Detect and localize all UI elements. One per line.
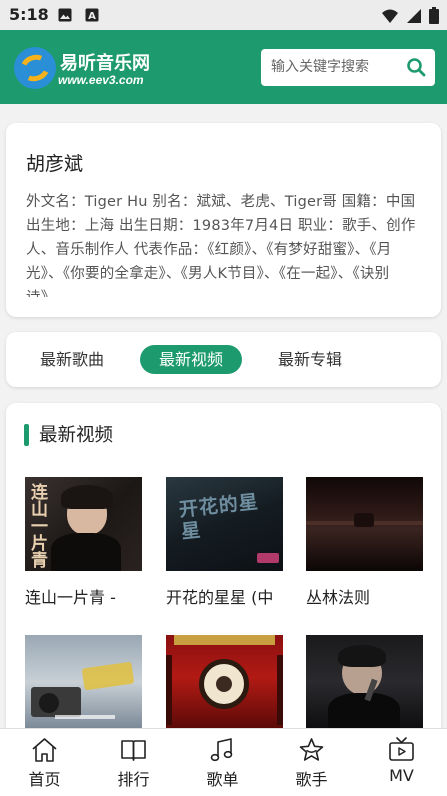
section-accent-bar [24,424,29,446]
video-thumbnail[interactable] [166,635,283,729]
nav-label: 歌手 [295,770,328,789]
wifi-icon [382,9,398,23]
video-title[interactable]: 丛林法则 [306,584,423,608]
gallery-icon [58,8,72,22]
tab-latest-songs[interactable]: 最新歌曲 [24,345,120,374]
status-time: 5:18 [9,5,49,24]
nav-mv[interactable]: MV [357,729,446,796]
artist-bio: 外文名：Tiger Hu 别名：斌斌、老虎、Tiger哥 国籍：中国 出生地：上… [26,194,416,297]
nav-label: 首页 [28,770,61,789]
site-logo-icon[interactable] [14,47,56,89]
status-bar: 5:18 A [0,0,447,30]
nav-singer[interactable]: 歌手 [267,729,356,796]
tv-icon [389,737,414,761]
nav-home[interactable]: 首页 [0,729,89,796]
content-tabs: 最新歌曲 最新视频 最新专辑 [6,332,441,387]
artist-bio-card: 胡彦斌 外文名：Tiger Hu 别名：斌斌、老虎、Tiger哥 国籍：中国 出… [6,123,441,317]
video-thumbnail[interactable] [25,635,142,729]
home-icon [32,738,57,762]
nav-label: 歌单 [206,770,239,789]
tab-latest-videos[interactable]: 最新视频 [140,345,242,374]
app-header: 易听音乐网 www.eev3.com [0,30,447,104]
video-item[interactable]: 开花的星星 开花的星星 (中 [166,477,283,608]
video-thumbnail[interactable]: 开花的星星 [166,477,283,571]
video-thumbnail[interactable] [306,477,423,571]
nav-ranking[interactable]: 排行 [89,729,178,796]
thumb-calligraphy: 连山一片青 [27,483,47,568]
video-title[interactable]: 开花的星星 (中 [166,584,283,608]
search-input[interactable] [271,56,395,78]
video-item[interactable] [166,635,283,733]
video-thumbnail[interactable]: 连山一片青 [25,477,142,571]
video-item[interactable]: 连山一片青 连山一片青 - [25,477,142,608]
video-item[interactable] [25,635,142,733]
search-icon[interactable] [406,57,426,77]
signal-icon [407,8,421,23]
section-title: 最新视频 [39,425,114,446]
bottom-navigation: 首页 排行 歌单 歌手 MV [0,728,447,796]
artist-name: 胡彦斌 [26,153,84,175]
nav-label: 排行 [117,770,150,789]
video-item[interactable] [306,635,423,733]
thumb-title-art: 开花的星星 [177,490,260,544]
video-item[interactable]: 丛林法则 [306,477,423,608]
video-title[interactable]: 连山一片青 - [25,584,142,608]
tab-latest-albums[interactable]: 最新专辑 [262,345,358,374]
search-box[interactable] [261,49,435,86]
svg-text:A: A [88,11,96,22]
video-thumbnail[interactable] [306,635,423,729]
site-url: www.eev3.com [58,73,144,87]
music-note-icon [210,738,233,762]
latest-videos-card: 最新视频 连山一片青 连山一片青 - 开花的星星 开花的星星 (中 丛林法则 [6,403,441,733]
battery-icon [429,7,439,24]
nav-playlist[interactable]: 歌单 [178,729,267,796]
book-icon [121,740,146,761]
font-app-icon: A [85,8,99,22]
nav-label: MV [389,766,414,785]
site-name[interactable]: 易听音乐网 [60,49,150,75]
star-icon [299,738,324,761]
